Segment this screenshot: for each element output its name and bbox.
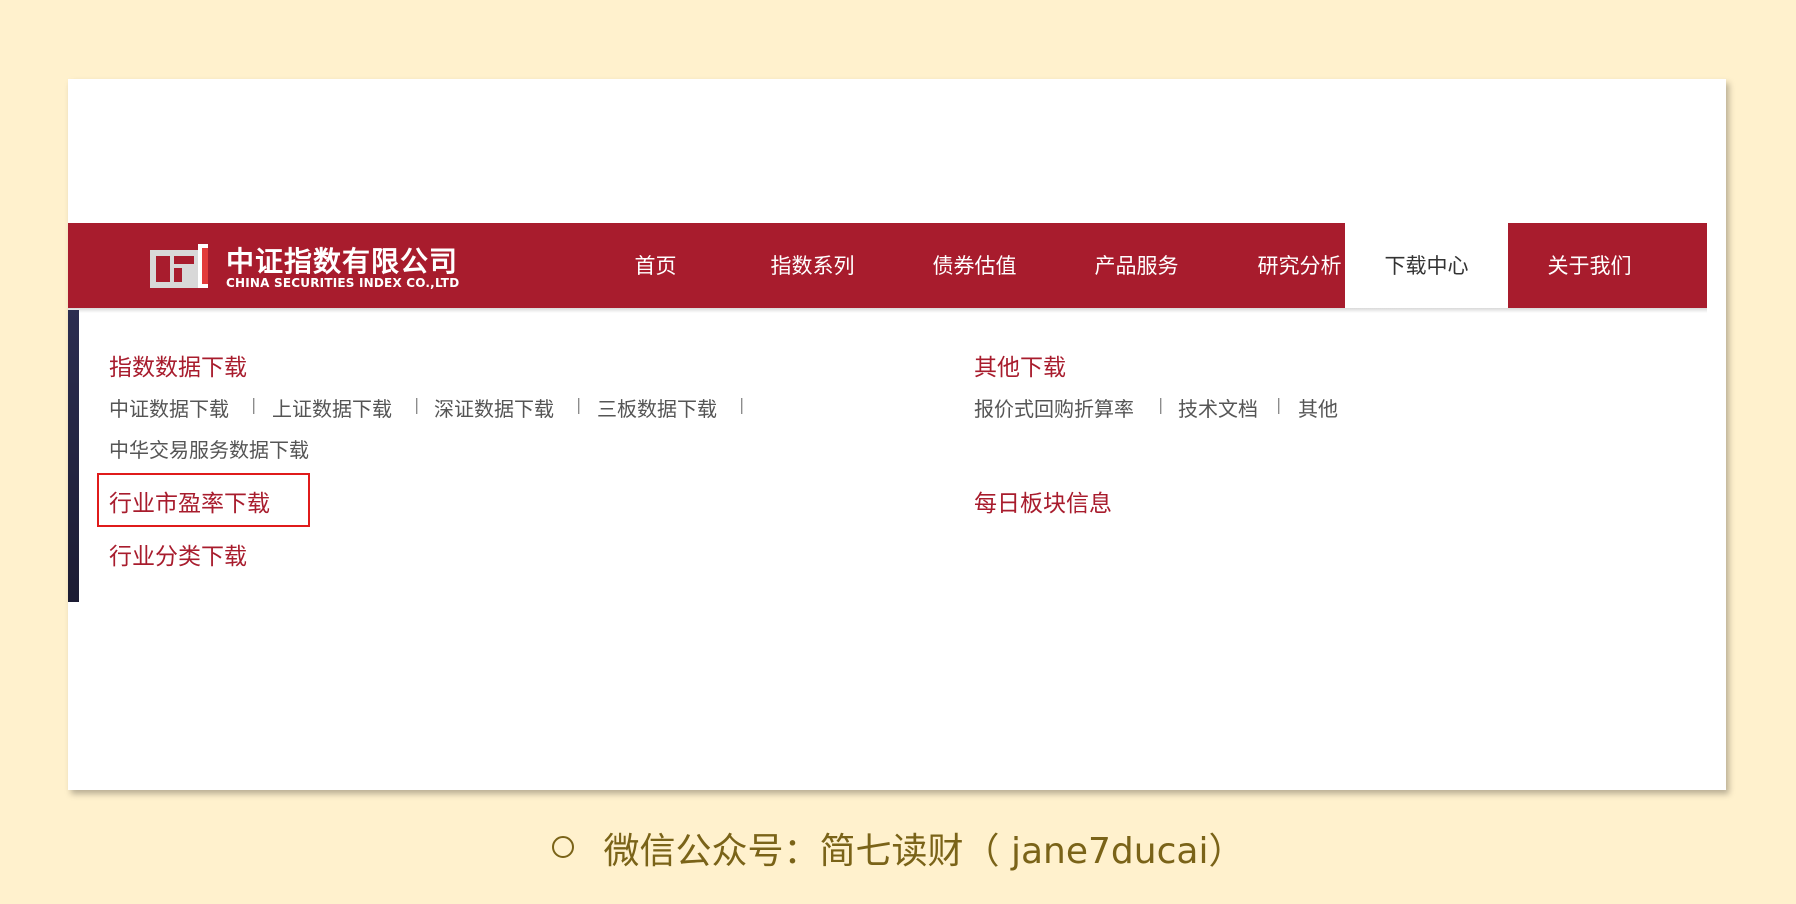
other-downloads-title[interactable]: 其他下载 (974, 348, 1066, 382)
csi-logo-icon (150, 244, 208, 288)
sse-data-download-link[interactable]: 上证数据下载 (272, 393, 392, 422)
repo-conversion-rate-link[interactable]: 报价式回购折算率 (974, 393, 1134, 422)
nav-item-home[interactable]: 首页 (593, 223, 718, 308)
caption-text: 微信公众号：简七读财（ jane7ducai） (603, 831, 1245, 872)
nav-item-download-center[interactable]: 下载中心 (1345, 223, 1508, 308)
nav-item-index-series[interactable]: 指数系列 (744, 223, 881, 308)
logo-company-name-cn: 中证指数有限公司 (226, 245, 459, 278)
nav-item-bond-valuation[interactable]: 债券估值 (906, 223, 1043, 308)
link-separator: | (576, 395, 582, 414)
wechat-caption: 微信公众号：简七读财（ jane7ducai） (0, 822, 1796, 874)
technical-docs-link[interactable]: 技术文档 (1178, 393, 1258, 422)
neeq-data-download-link[interactable]: 三板数据下载 (597, 393, 717, 422)
screenshot-card: 中证指数有限公司 CHINA SECURITIES INDEX CO.,LTD … (68, 79, 1726, 790)
left-edge-strip (68, 310, 79, 602)
industry-classification-download-link[interactable]: 行业分类下载 (109, 537, 247, 571)
index-data-download-title[interactable]: 指数数据下载 (109, 348, 247, 382)
daily-sector-info-link[interactable]: 每日板块信息 (974, 484, 1112, 518)
nav-item-product-services[interactable]: 产品服务 (1068, 223, 1205, 308)
link-separator: | (1158, 395, 1164, 414)
csi-data-download-link[interactable]: 中证数据下载 (109, 393, 229, 422)
logo-company-name-en: CHINA SECURITIES INDEX CO.,LTD (226, 276, 460, 290)
top-navbar: 中证指数有限公司 CHINA SECURITIES INDEX CO.,LTD … (68, 223, 1707, 308)
link-separator: | (414, 395, 420, 414)
szse-data-download-link[interactable]: 深证数据下载 (434, 393, 554, 422)
circle-bullet-icon (551, 836, 574, 858)
link-separator: | (251, 395, 257, 414)
company-logo[interactable]: 中证指数有限公司 CHINA SECURITIES INDEX CO.,LTD (150, 240, 470, 292)
nav-item-about-us[interactable]: 关于我们 (1508, 223, 1671, 308)
navbar-shadow (68, 308, 1707, 313)
highlight-box (97, 473, 310, 527)
link-separator: | (739, 395, 745, 414)
cesc-data-download-link[interactable]: 中华交易服务数据下载 (109, 434, 309, 463)
link-separator: | (1276, 395, 1282, 414)
other-link[interactable]: 其他 (1298, 393, 1338, 422)
